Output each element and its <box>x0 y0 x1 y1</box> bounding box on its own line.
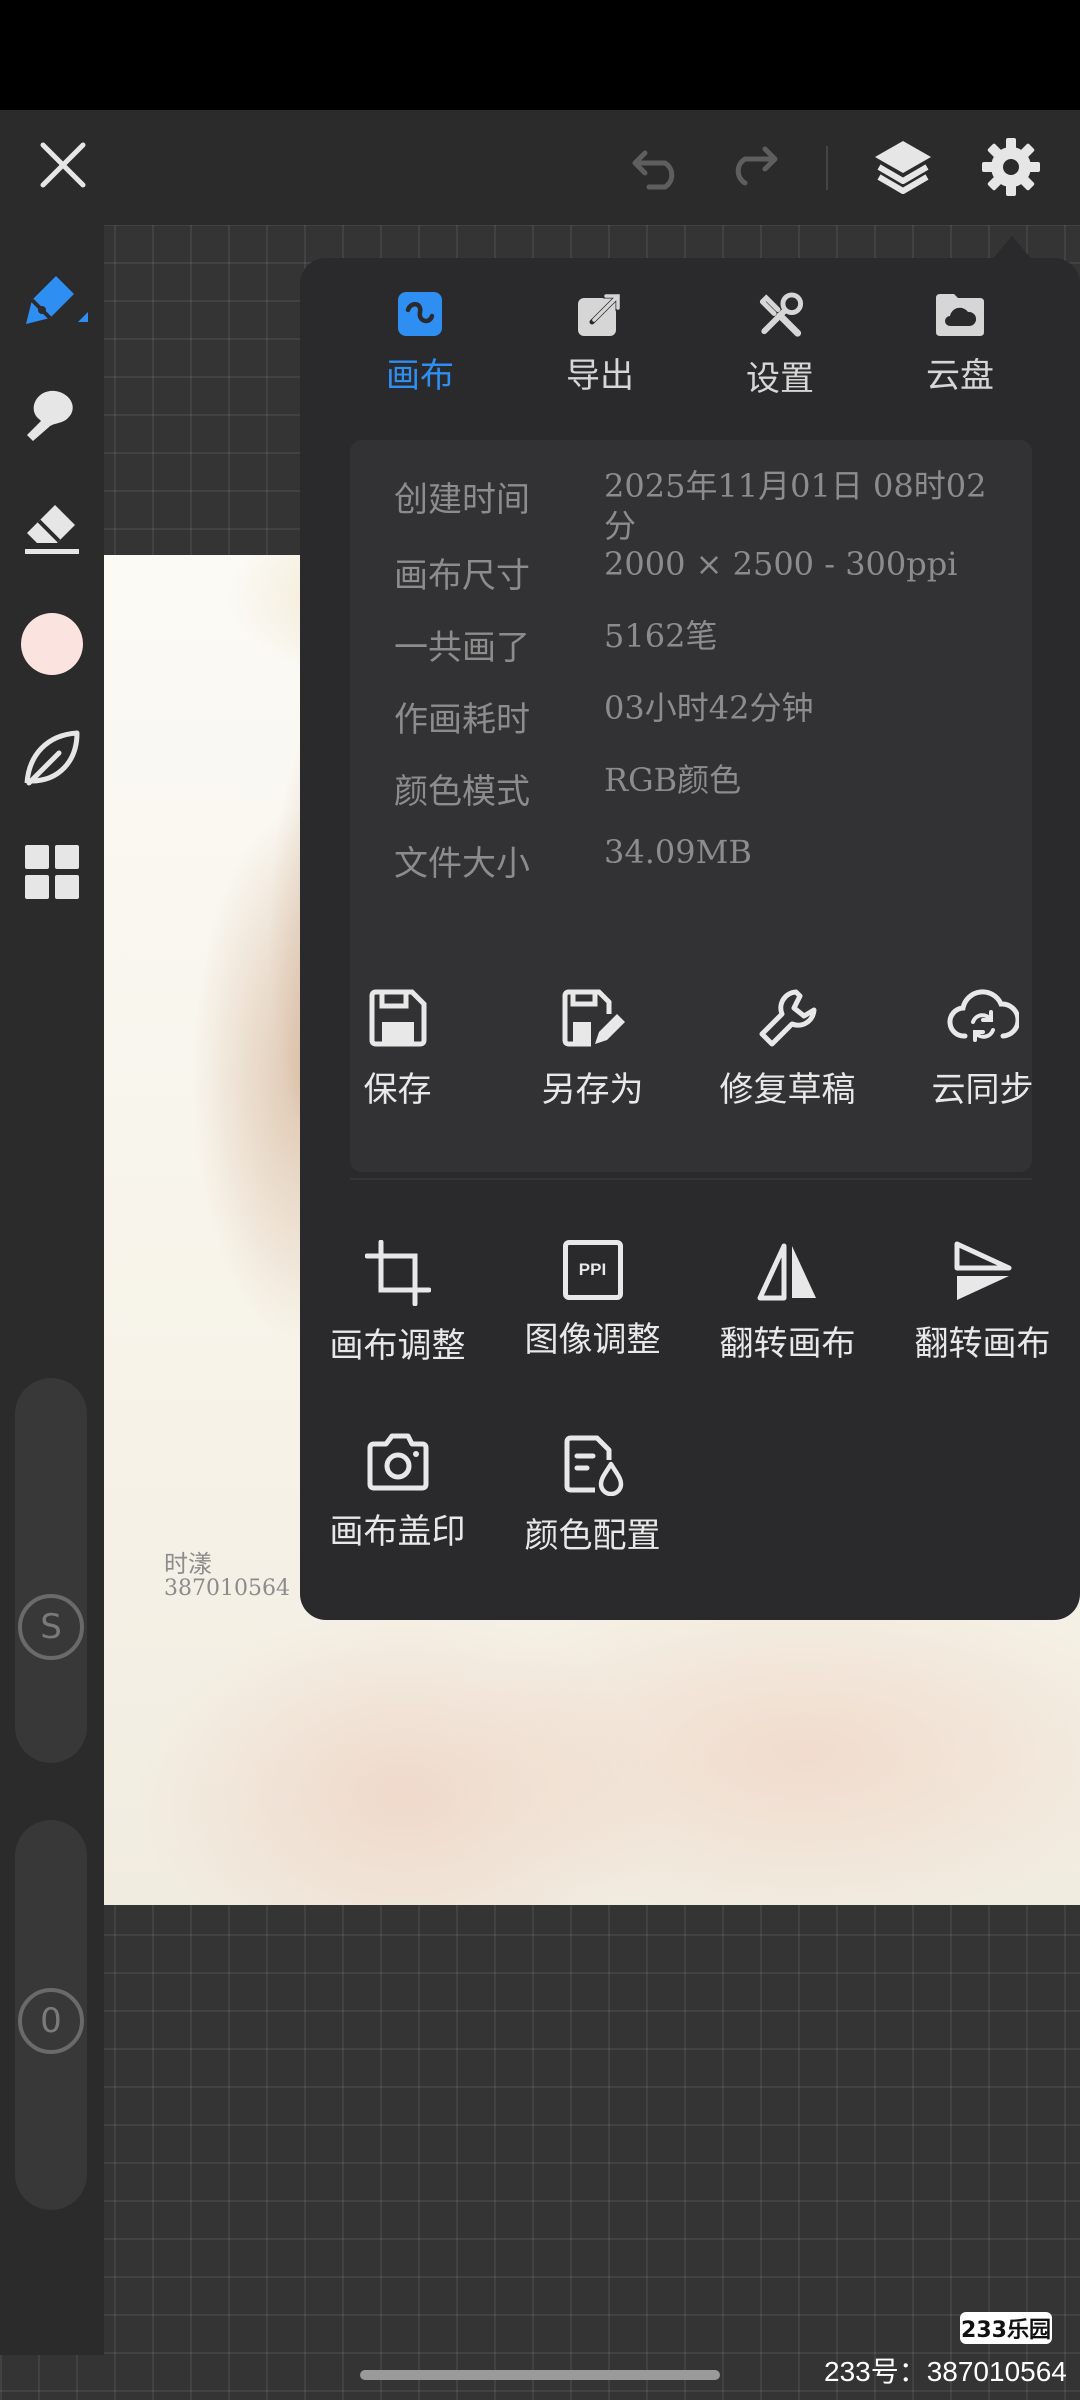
export-icon <box>578 293 621 336</box>
action-label: 画布调整 <box>329 1326 466 1366</box>
action-label: 图像调整 <box>524 1320 661 1360</box>
tab-canvas[interactable]: 画布 <box>330 290 510 400</box>
save-icon <box>369 989 426 1047</box>
wrench-icon <box>759 989 816 1047</box>
crop-icon <box>364 1240 431 1306</box>
brush-size-slider[interactable] <box>15 1378 87 1763</box>
smudge-tool-button[interactable] <box>10 370 94 454</box>
panel-divider <box>350 1178 1032 1180</box>
tab-cloud-drive[interactable]: 云盘 <box>870 290 1050 400</box>
action-label: 云同步 <box>931 1070 1034 1110</box>
cloud-sync-button[interactable]: 云同步 <box>885 986 1080 1111</box>
layers-icon <box>875 141 931 194</box>
repair-draft-button[interactable]: 修复草稿 <box>690 986 885 1111</box>
eraser-icon <box>25 505 79 554</box>
camera-icon <box>367 1433 428 1491</box>
canvas-menu-panel: 画布 导出 设置 云盘 创建时间 2025年11月01日 08时02分 画布尺寸… <box>300 258 1080 1620</box>
image-adjust-button[interactable]: PPI 图像调整 <box>495 1240 690 1361</box>
settings-button[interactable] <box>976 132 1046 202</box>
redo-icon <box>735 146 778 186</box>
action-label: 翻转画布 <box>914 1324 1051 1364</box>
lasso-tool-button[interactable] <box>10 716 94 800</box>
pen-icon <box>26 276 88 324</box>
watermark-logo: 233乐园 <box>960 2312 1052 2344</box>
color-profile-icon <box>564 1435 623 1496</box>
redo-button[interactable] <box>718 136 788 196</box>
more-tools-button[interactable] <box>10 830 94 914</box>
action-label: 另存为 <box>541 1070 644 1110</box>
info-value: RGB颜色 <box>604 761 742 799</box>
status-bar <box>0 0 1080 110</box>
color-profile-button[interactable]: 颜色配置 <box>495 1432 690 1557</box>
gear-icon <box>982 138 1040 196</box>
close-icon <box>40 142 86 188</box>
tab-label: 画布 <box>386 356 454 396</box>
undo-icon <box>632 150 675 190</box>
cloud-drive-icon <box>936 294 984 336</box>
tab-settings[interactable]: 设置 <box>690 290 870 400</box>
ppi-icon: PPI <box>562 1240 623 1300</box>
action-label: 保存 <box>363 1070 432 1110</box>
tab-label: 设置 <box>746 359 814 399</box>
action-label: 颜色配置 <box>524 1516 661 1556</box>
eraser-tool-button[interactable] <box>10 484 94 568</box>
undo-button[interactable] <box>622 136 692 196</box>
color-picker-button[interactable] <box>10 602 94 686</box>
flip-vertical-icon <box>954 1241 1011 1300</box>
info-value: 34.09MB <box>604 833 752 871</box>
action-label: 修复草稿 <box>719 1070 856 1110</box>
info-label: 创建时间 <box>394 480 530 520</box>
tab-export[interactable]: 导出 <box>510 290 690 400</box>
tab-label: 导出 <box>566 356 634 396</box>
action-label: 画布盖印 <box>329 1512 466 1552</box>
flip-horizontal-button[interactable]: 翻转画布 <box>690 1240 885 1365</box>
info-label: 一共画了 <box>394 628 530 668</box>
grid-icon <box>25 845 79 899</box>
flip-vertical-button[interactable]: 翻转画布 <box>885 1240 1080 1365</box>
info-label: 文件大小 <box>394 844 530 884</box>
info-label: 作画耗时 <box>394 700 530 740</box>
flip-horizontal-icon <box>757 1243 816 1301</box>
close-button[interactable] <box>30 132 96 198</box>
ppi-badge: PPI <box>578 1260 607 1279</box>
leaf-icon <box>24 730 80 786</box>
save-button[interactable]: 保存 <box>300 986 495 1111</box>
color-swatch <box>21 613 83 675</box>
info-value: 2025年11月01日 08时02分 <box>604 467 987 545</box>
save-as-icon <box>562 989 625 1047</box>
action-label: 翻转画布 <box>719 1324 856 1364</box>
info-value: 5162笔 <box>604 617 718 655</box>
toolbar-divider <box>826 146 828 190</box>
smudge-icon <box>27 390 73 441</box>
info-value: 03小时42分钟 <box>604 689 814 727</box>
size-slider-label: S <box>18 1594 84 1660</box>
layers-button[interactable] <box>868 132 938 202</box>
tab-label: 云盘 <box>926 356 994 396</box>
canvas-icon <box>398 292 442 336</box>
watermark-id: 233号：387010564 <box>824 2356 1067 2387</box>
info-label: 画布尺寸 <box>394 556 530 596</box>
pen-tool-button[interactable] <box>10 258 94 342</box>
canvas-adjust-button[interactable]: 画布调整 <box>300 1240 495 1367</box>
info-value: 2000 × 2500 - 300ppi <box>604 545 958 583</box>
save-as-button[interactable]: 另存为 <box>495 986 690 1111</box>
opacity-slider-label: 0 <box>18 1988 84 2054</box>
signature-id: 387010564 <box>164 1576 290 1601</box>
info-label: 颜色模式 <box>394 772 530 812</box>
cloud-sync-icon <box>946 989 1019 1042</box>
signature-name: 时漾 <box>164 1550 212 1578</box>
canvas-stamp-button[interactable]: 画布盖印 <box>300 1432 495 1553</box>
tools-icon <box>759 292 804 337</box>
home-indicator[interactable] <box>360 2370 720 2380</box>
